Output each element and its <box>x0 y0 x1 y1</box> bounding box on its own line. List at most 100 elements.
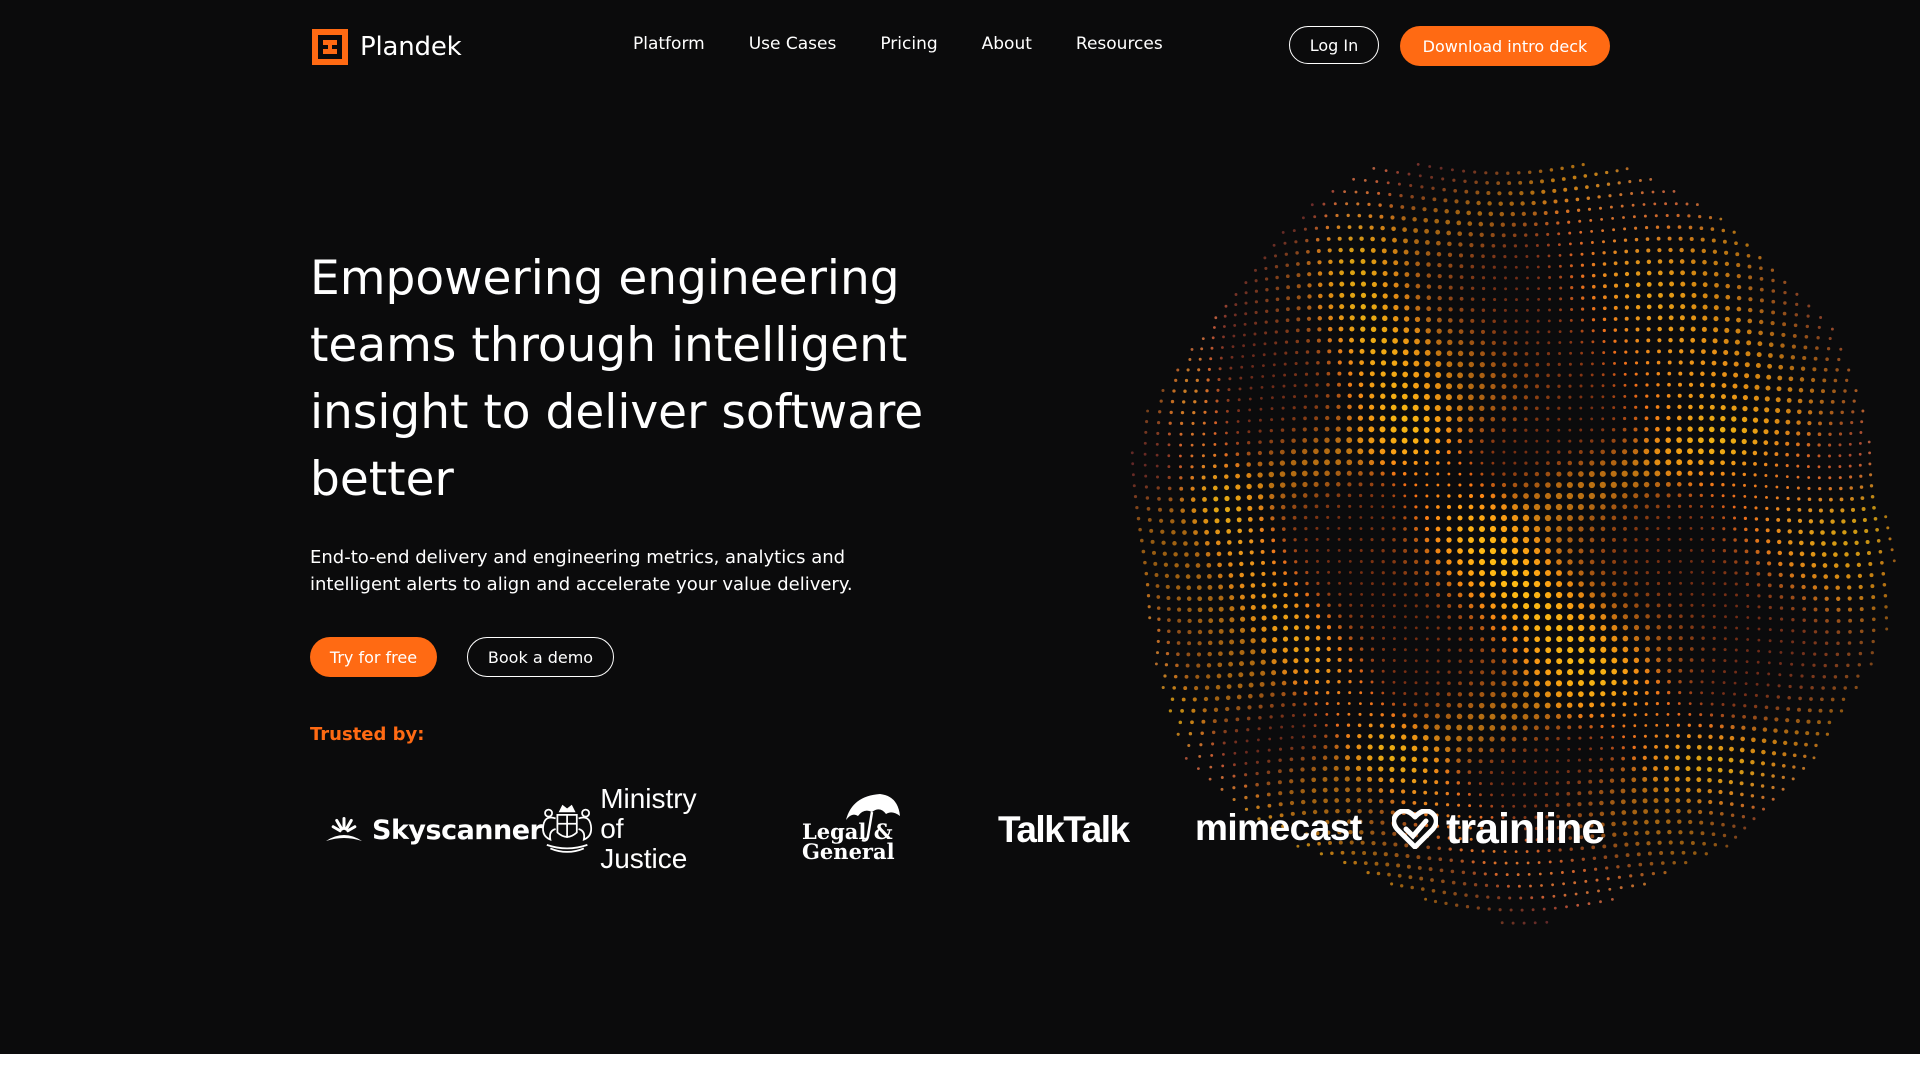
sphere-dot <box>1710 702 1714 706</box>
sphere-dot <box>1237 683 1243 689</box>
sphere-dot <box>1178 720 1183 725</box>
sphere-dot <box>1210 753 1214 757</box>
sphere-dot <box>1442 187 1446 192</box>
sphere-dot <box>1747 307 1753 313</box>
sphere-dot <box>1338 259 1344 264</box>
sphere-dot <box>1878 549 1883 554</box>
sphere-dot <box>1458 483 1462 487</box>
sphere-dot <box>1370 549 1374 553</box>
sphere-dot <box>1667 581 1672 585</box>
sphere-dot <box>1224 485 1230 491</box>
sphere-dot <box>1589 635 1596 642</box>
sphere-dot <box>1719 724 1724 729</box>
sphere-dot <box>1698 471 1704 476</box>
sphere-dot <box>1375 180 1379 183</box>
sphere-dot <box>1425 317 1432 323</box>
sphere-dot <box>1447 626 1451 630</box>
sphere-dot <box>1746 627 1750 630</box>
sphere-dot <box>1580 351 1583 355</box>
sphere-dot <box>1720 460 1725 466</box>
sphere-dot <box>1646 315 1652 321</box>
nav-resources[interactable]: Resources <box>1076 34 1163 54</box>
sphere-dot <box>1611 449 1617 455</box>
sphere-dot <box>1512 782 1515 786</box>
sphere-dot <box>1229 628 1235 634</box>
sphere-dot <box>1481 254 1485 259</box>
sphere-dot <box>1567 658 1574 665</box>
sphere-dot <box>1635 304 1641 310</box>
sphere-dot <box>1755 363 1761 368</box>
nav-platform[interactable]: Platform <box>633 34 705 54</box>
sphere-dot <box>1379 723 1384 728</box>
sphere-dot <box>1243 784 1248 788</box>
sphere-dot <box>1564 198 1569 203</box>
sphere-dot <box>1415 272 1421 278</box>
sphere-dot <box>1379 809 1384 815</box>
sphere-dot <box>1478 702 1485 709</box>
sphere-dot <box>1657 338 1662 343</box>
sphere-dot <box>1667 625 1672 630</box>
sphere-dot <box>1592 295 1596 300</box>
sphere-dot <box>1817 720 1821 725</box>
sphere-dot <box>1401 404 1408 411</box>
sphere-dot <box>1523 603 1530 610</box>
sphere-dot <box>1633 679 1639 685</box>
sphere-dot <box>1190 454 1194 458</box>
book-demo-button[interactable]: Book a demo <box>467 637 614 677</box>
sphere-dot <box>1721 228 1726 233</box>
sphere-dot <box>1179 432 1183 436</box>
sphere-dot <box>1268 482 1275 489</box>
sphere-dot <box>1416 163 1420 166</box>
sphere-dot <box>1238 672 1244 678</box>
sphere-dot <box>1447 670 1451 674</box>
sphere-dot <box>1391 471 1396 476</box>
sphere-dot <box>1566 680 1574 687</box>
sphere-dot <box>1566 780 1571 785</box>
sphere-dot <box>1656 657 1661 663</box>
sphere-dot <box>1411 767 1417 773</box>
sphere-dot <box>1557 395 1561 399</box>
sphere-dot <box>1335 448 1342 455</box>
sphere-dot <box>1293 625 1299 631</box>
sphere-dot <box>1712 571 1716 574</box>
sphere-dot <box>1633 690 1638 696</box>
nav-about[interactable]: About <box>982 34 1032 54</box>
sphere-dot <box>1577 758 1581 762</box>
brand-logo[interactable]: Plandek <box>310 26 462 68</box>
sphere-dot <box>1473 883 1478 887</box>
sphere-dot <box>1555 680 1563 687</box>
nav-pricing[interactable]: Pricing <box>880 34 937 54</box>
sphere-dot <box>1328 304 1334 310</box>
sphere-dot <box>1677 393 1682 398</box>
sphere-dot <box>1501 233 1506 238</box>
sphere-dot <box>1718 745 1724 751</box>
sphere-dot <box>1457 537 1463 543</box>
sphere-dot <box>1815 346 1819 350</box>
sphere-dot <box>1743 483 1746 487</box>
sphere-dot <box>1711 371 1716 377</box>
login-button[interactable]: Log In <box>1289 26 1379 64</box>
sphere-dot <box>1166 607 1171 611</box>
nav-use-cases[interactable]: Use Cases <box>749 34 837 54</box>
sphere-dot <box>1631 798 1637 804</box>
sphere-dot <box>1426 284 1432 289</box>
sphere-dot <box>1666 702 1670 705</box>
sphere-dot <box>1446 230 1452 236</box>
download-intro-deck-button[interactable]: Download intro deck <box>1400 26 1610 66</box>
sphere-dot <box>1381 494 1385 498</box>
sphere-dot <box>1600 449 1605 455</box>
sphere-dot <box>1436 505 1440 509</box>
sphere-dot <box>1536 319 1540 323</box>
sphere-dot <box>1646 282 1652 287</box>
sphere-dot <box>1348 669 1353 673</box>
sphere-dot <box>1654 808 1659 814</box>
sphere-dot <box>1708 799 1713 805</box>
sphere-dot <box>1669 281 1675 287</box>
sphere-dot <box>1381 549 1385 553</box>
try-for-free-button[interactable]: Try for free <box>310 637 437 677</box>
sphere-dot <box>1578 725 1582 729</box>
sphere-dot <box>1667 690 1671 695</box>
sphere-dot <box>1711 360 1717 366</box>
sphere-dot <box>1579 230 1583 234</box>
sphere-dot <box>1754 693 1758 697</box>
